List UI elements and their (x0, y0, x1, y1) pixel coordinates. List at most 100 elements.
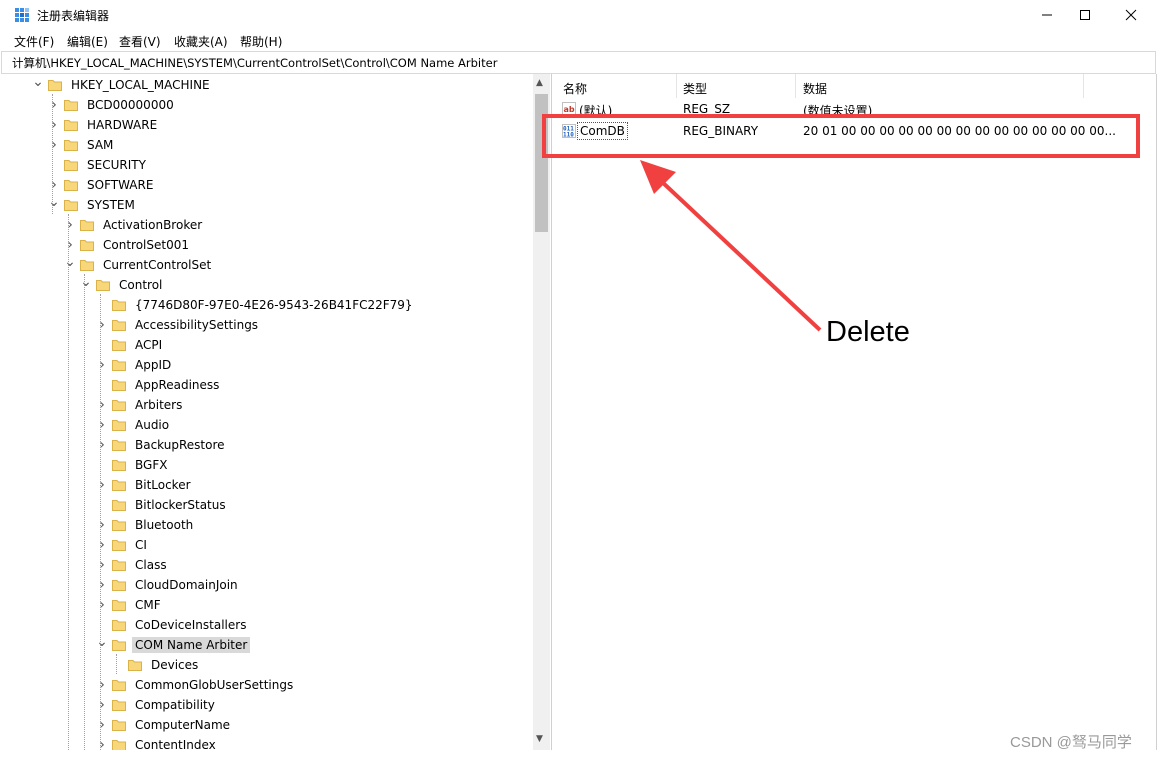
tree-item[interactable]: AppReadiness (95, 375, 222, 395)
chevron-right-icon[interactable]: › (95, 537, 109, 553)
column-divider[interactable] (795, 74, 796, 98)
chevron-right-icon[interactable]: › (95, 517, 109, 533)
chevron-right-icon[interactable]: › (47, 97, 61, 113)
tree-item[interactable]: › BCD00000000 (47, 95, 177, 115)
tree-item[interactable]: › CI (95, 535, 150, 555)
tree-item[interactable]: › CommonGlobUserSettings (95, 675, 296, 695)
chevron-right-icon[interactable]: › (95, 397, 109, 413)
scroll-up-arrow-icon[interactable]: ▲ (536, 78, 543, 88)
chevron-right-icon[interactable]: › (95, 577, 109, 593)
chevron-right-icon[interactable]: › (95, 417, 109, 433)
chevron-right-icon[interactable]: › (63, 217, 77, 233)
tree-item-label: CurrentControlSet (103, 258, 212, 272)
tree-item[interactable]: ⌄ SYSTEM (47, 194, 138, 215)
tree-item[interactable]: › ActivationBroker (63, 215, 205, 235)
tree-item[interactable]: ⌄ Control (79, 274, 165, 295)
folder-icon (112, 459, 126, 471)
tree-item[interactable]: › ComputerName (95, 715, 233, 735)
column-type[interactable]: 类型 (683, 80, 707, 97)
folder-icon (112, 299, 126, 311)
tree-connector (47, 157, 61, 173)
tree-item[interactable]: › Arbiters (95, 395, 185, 415)
column-divider[interactable] (676, 74, 677, 98)
tree-item[interactable]: › Class (95, 555, 170, 575)
menu-edit[interactable]: 编辑(E) (67, 33, 108, 50)
tree-item[interactable]: › Bluetooth (95, 515, 196, 535)
tree-item[interactable]: › BackupRestore (95, 435, 228, 455)
svg-text:ab: ab (564, 105, 575, 114)
tree-item[interactable]: BitlockerStatus (95, 495, 229, 515)
tree-item[interactable]: BGFX (95, 455, 170, 475)
tree-item-label: CloudDomainJoin (135, 578, 238, 592)
tree-item[interactable]: › AccessibilitySettings (95, 315, 261, 335)
chevron-right-icon[interactable]: › (95, 557, 109, 573)
tree-item[interactable]: › SOFTWARE (47, 175, 156, 195)
folder-icon (112, 579, 126, 591)
tree-item[interactable]: › CloudDomainJoin (95, 575, 241, 595)
tree-item[interactable]: SECURITY (47, 155, 149, 175)
chevron-right-icon[interactable]: › (95, 677, 109, 693)
tree-connector (95, 497, 109, 513)
chevron-right-icon[interactable]: › (95, 317, 109, 333)
scroll-down-arrow-icon[interactable]: ▼ (536, 734, 543, 744)
tree-item[interactable]: CoDeviceInstallers (95, 615, 249, 635)
chevron-down-icon[interactable]: ⌄ (79, 274, 93, 290)
annotation-label: Delete (826, 316, 910, 348)
chevron-right-icon[interactable]: › (95, 597, 109, 613)
chevron-right-icon[interactable]: › (95, 357, 109, 373)
menu-view[interactable]: 查看(V) (119, 33, 161, 50)
tree-item[interactable]: {7746D80F-97E0-4E26-9543-26B41FC22F79} (95, 295, 416, 315)
tree-item[interactable]: ⌄ HKEY_LOCAL_MACHINE (31, 74, 213, 95)
address-bar[interactable]: 计算机\HKEY_LOCAL_MACHINE\SYSTEM\CurrentCon… (1, 51, 1156, 74)
pane-border (1156, 74, 1157, 750)
chevron-right-icon[interactable]: › (95, 437, 109, 453)
tree-item-label: AppReadiness (135, 378, 220, 392)
chevron-down-icon[interactable]: ⌄ (63, 254, 77, 270)
tree-guide-line (100, 294, 101, 750)
folder-icon (64, 159, 78, 171)
tree-item[interactable]: › HARDWARE (47, 115, 160, 135)
folder-icon (128, 659, 142, 671)
tree-item[interactable]: › Compatibility (95, 695, 218, 715)
chevron-right-icon[interactable]: › (95, 717, 109, 733)
chevron-down-icon[interactable]: ⌄ (47, 194, 61, 210)
tree-item[interactable]: › ContentIndex (95, 735, 219, 750)
close-button[interactable] (1108, 0, 1154, 30)
tree-item[interactable]: › CMF (95, 595, 164, 615)
chevron-down-icon[interactable]: ⌄ (31, 74, 45, 90)
menu-favorites[interactable]: 收藏夹(A) (174, 33, 228, 50)
tree-item-label: COM Name Arbiter (132, 637, 251, 653)
tree-item[interactable]: › AppID (95, 355, 174, 375)
chevron-right-icon[interactable]: › (47, 137, 61, 153)
tree-item-label: BitLocker (135, 478, 191, 492)
column-divider[interactable] (1083, 74, 1084, 98)
chevron-right-icon[interactable]: › (47, 117, 61, 133)
tree-item[interactable]: › BitLocker (95, 475, 194, 495)
chevron-down-icon[interactable]: ⌄ (95, 634, 109, 650)
maximize-button[interactable] (1062, 0, 1108, 30)
folder-icon (112, 359, 126, 371)
tree-item-label: AccessibilitySettings (135, 318, 259, 332)
tree-item-label: BGFX (135, 458, 168, 472)
tree-item[interactable]: ⌄ CurrentControlSet (63, 254, 214, 275)
chevron-right-icon[interactable]: › (95, 697, 109, 713)
chevron-right-icon[interactable]: › (95, 477, 109, 493)
chevron-right-icon[interactable]: › (47, 177, 61, 193)
tree-item-label: ContentIndex (135, 738, 216, 750)
column-name[interactable]: 名称 (563, 80, 587, 97)
menu-help[interactable]: 帮助(H) (240, 33, 282, 50)
chevron-right-icon[interactable]: › (95, 737, 109, 750)
tree-item[interactable]: ACPI (95, 335, 165, 355)
tree-item[interactable]: › SAM (47, 135, 116, 155)
menu-file[interactable]: 文件(F) (14, 33, 54, 50)
key-tree[interactable]: ⌄ HKEY_LOCAL_MACHINE › BCD00000000 › HARDWARE… (1, 74, 552, 750)
tree-scrollbar[interactable]: ▲ ▼ (533, 74, 550, 750)
tree-item[interactable]: Devices (111, 655, 201, 675)
tree-item[interactable]: › ControlSet001 (63, 235, 192, 255)
tree-item[interactable]: ⌄ COM Name Arbiter (95, 634, 251, 655)
column-data[interactable]: 数据 (803, 80, 827, 97)
chevron-right-icon[interactable]: › (63, 237, 77, 253)
tree-item-label: CoDeviceInstallers (135, 618, 247, 632)
tree-connector (95, 457, 109, 473)
tree-item[interactable]: › Audio (95, 415, 172, 435)
